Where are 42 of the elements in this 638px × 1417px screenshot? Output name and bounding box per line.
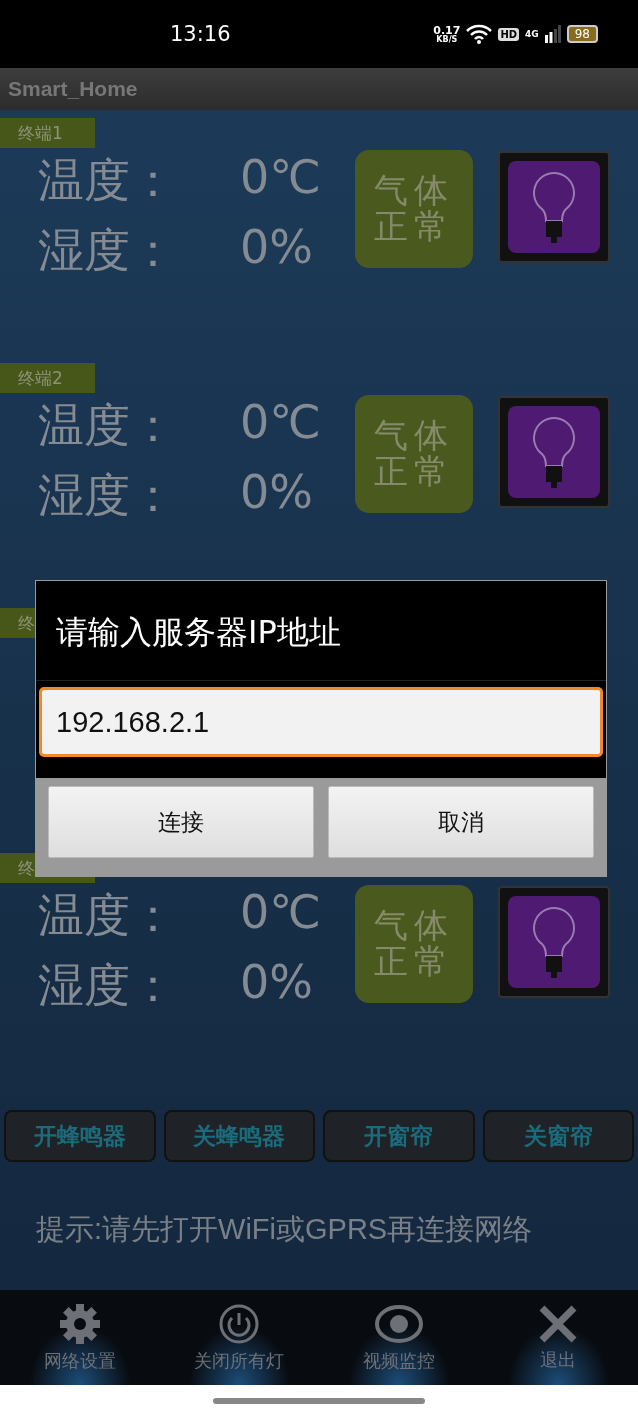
terminal-label: 终端1 (0, 118, 95, 148)
battery-level: 98 (566, 25, 598, 43)
temperature-value: 0℃ (240, 395, 322, 451)
hd-badge: HD (498, 27, 520, 41)
settings-icon (58, 1302, 101, 1345)
control-button[interactable]: 开窗帘 (323, 1110, 475, 1162)
control-button[interactable]: 关窗帘 (482, 1110, 634, 1162)
gas-status: 气体 正常 (355, 885, 473, 1003)
hint-text: 提示:请先打开WiFi或GPRS再连接网络 (35, 1212, 534, 1247)
temperature-value: 0℃ (240, 885, 322, 941)
lightbulb-button[interactable] (498, 151, 610, 263)
input-field[interactable]: 192.168.2.1 (39, 687, 603, 757)
humidity-label: 湿度： (38, 467, 177, 524)
humidity-value: 0% (240, 955, 314, 1011)
gas-status: 气体 正常 (355, 150, 473, 268)
power-icon (218, 1302, 261, 1345)
humidity-value: 0% (240, 465, 314, 521)
speed-unit: KB/S (436, 35, 458, 44)
wifi-icon (466, 24, 493, 44)
lightbulb-button[interactable] (498, 886, 610, 998)
temperature-label: 温度： (38, 397, 177, 454)
app-title: Smart_Home (8, 77, 138, 101)
temperature-label: 温度： (38, 152, 177, 209)
dialog-title: 请输入服务器IP地址 (36, 581, 606, 681)
humidity-label: 湿度： (38, 222, 177, 279)
network-type: 4G (525, 29, 539, 39)
control-button[interactable]: 关蜂鸣器 (163, 1110, 315, 1162)
control-button[interactable]: 开蜂鸣器 (4, 1110, 156, 1162)
temperature-value: 0℃ (240, 150, 322, 206)
humidity-value: 0% (240, 220, 314, 276)
terminal-label: 终端2 (0, 363, 95, 393)
temperature-label: 温度： (38, 887, 177, 944)
eye-icon (373, 1302, 424, 1345)
dialog-button[interactable]: 连接 (48, 786, 314, 858)
close-icon (538, 1303, 579, 1344)
signal-icon (544, 25, 561, 43)
dialog-button[interactable]: 取消 (328, 786, 594, 858)
gas-status: 气体 正常 (355, 395, 473, 513)
network-speed: 0.17 (433, 24, 461, 36)
humidity-label: 湿度： (38, 957, 177, 1014)
lightbulb-button[interactable] (498, 396, 610, 508)
status-time: 13:16 (170, 22, 231, 46)
